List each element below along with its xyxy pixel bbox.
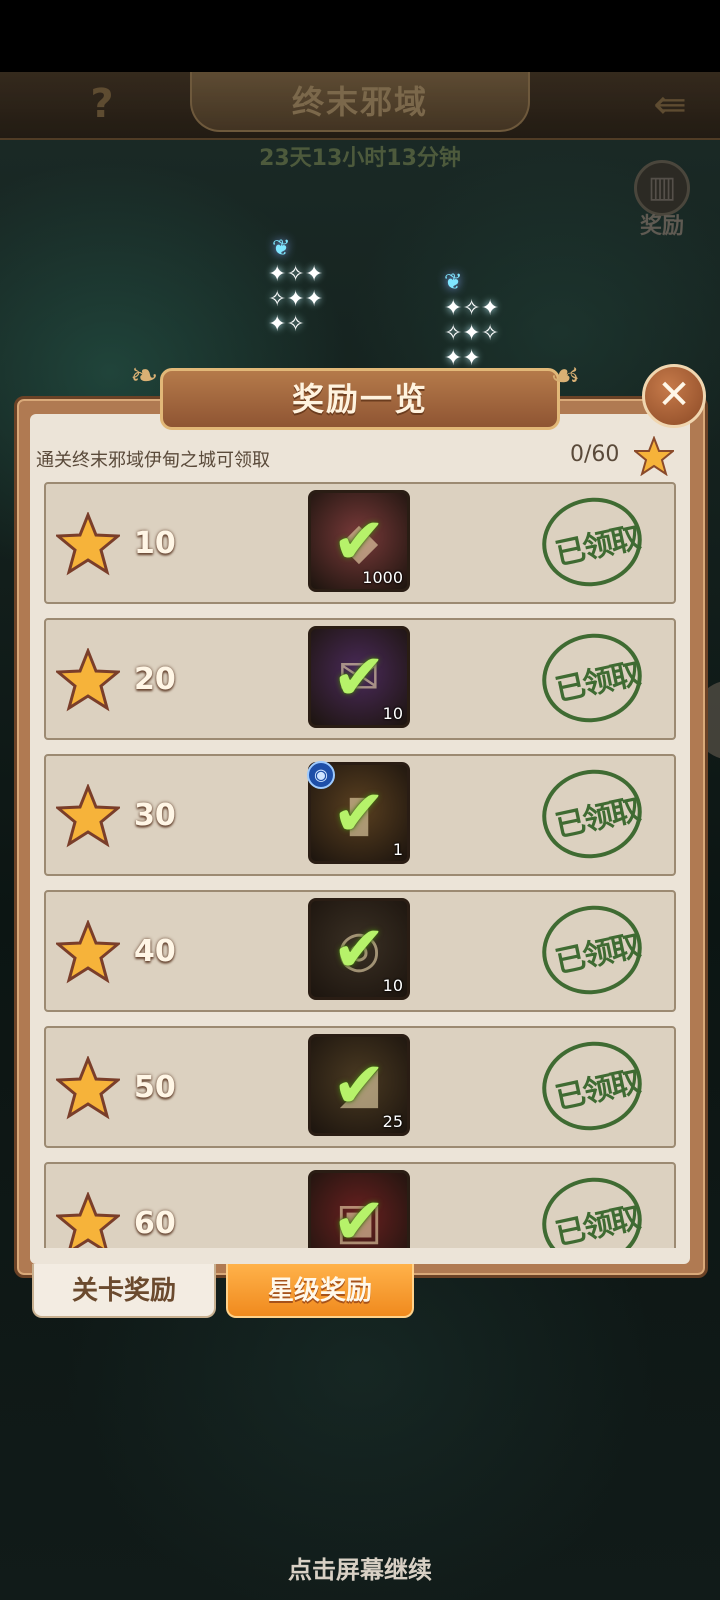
reward-item[interactable]: ◆ ✔ 1000	[308, 490, 410, 592]
butterfly-icon: ❦	[444, 270, 463, 295]
star-requirement: 20	[134, 662, 176, 697]
claimed-stamp: 已领取	[533, 624, 651, 732]
item-quantity: 10	[382, 976, 403, 995]
reward-list[interactable]: 10 ◆ ✔ 1000 已领取 20 ✉ ✔ 10 已领取 30 ▮ ✔ 1 ◉ 已领取 40 ◎ ✔ 10 已领取 50…	[44, 482, 676, 1248]
reward-item[interactable]: ▮ ✔ 1 ◉	[307, 761, 410, 864]
star-progress: 0/60	[570, 442, 620, 467]
claimed-label: 已领取	[552, 792, 642, 845]
claimed-stamp: 已领取	[533, 760, 651, 868]
help-button[interactable]: ?	[80, 80, 124, 128]
panel-title: 奖励一览	[291, 380, 428, 418]
page-title: 终末邪域	[291, 83, 428, 121]
item-quantity: 1000	[362, 568, 403, 587]
countdown-timer: 23天13小时13分钟	[259, 146, 461, 171]
claimed-stamp: 已领取	[533, 896, 651, 1004]
rarity-badge-icon: ◉	[307, 761, 335, 789]
star-icon	[56, 1192, 120, 1248]
claimed-label: 已领取	[552, 1064, 642, 1117]
top-bar: ? 终末邪域 ⇚	[0, 72, 720, 140]
butterfly-icon: ❦	[272, 236, 291, 261]
star-requirement: 40	[134, 934, 176, 969]
star-icon	[56, 512, 120, 576]
star-requirement: 30	[134, 798, 176, 833]
item-quantity: 10	[382, 704, 403, 723]
back-button[interactable]: ⇚	[640, 82, 700, 128]
tap-to-continue[interactable]: 点击屏幕继续	[0, 1550, 720, 1585]
close-button[interactable]: ✕	[642, 364, 706, 428]
reward-item[interactable]: ◎ ✔ 10	[308, 898, 410, 1000]
reward-row: 20 ✉ ✔ 10 已领取	[44, 618, 676, 740]
reward-item[interactable]: ◢ ✔ 25	[308, 1034, 410, 1136]
claimed-stamp: 已领取	[533, 488, 651, 596]
panel-banner: ❧ 奖励一览 ☙	[130, 356, 590, 436]
star-icon	[634, 436, 674, 476]
rewards-button[interactable]: ▥ 奖励	[630, 160, 694, 240]
tab-star-rewards[interactable]: 星级奖励	[226, 1264, 414, 1318]
star-requirement: 10	[134, 526, 176, 561]
checkmark-icon: ✔	[332, 1185, 386, 1248]
star-icon	[56, 784, 120, 848]
reward-item[interactable]: ▣ ✔	[308, 1170, 410, 1248]
ornament-icon: ☙	[550, 356, 581, 396]
reward-row: 10 ◆ ✔ 1000 已领取	[44, 482, 676, 604]
reward-row: 60 ▣ ✔ 已领取	[44, 1162, 676, 1248]
tab-level-rewards[interactable]: 关卡奖励	[32, 1264, 216, 1318]
star-requirement: 60	[134, 1206, 176, 1241]
star-requirement: 50	[134, 1070, 176, 1105]
panel-subtitle: 通关终末邪域伊甸之城可领取	[36, 450, 270, 471]
item-quantity: 1	[392, 840, 403, 859]
status-bar	[0, 0, 720, 72]
item-quantity: 25	[382, 1112, 403, 1131]
claimed-stamp: 已领取	[533, 1032, 651, 1140]
reward-row: 40 ◎ ✔ 10 已领取	[44, 890, 676, 1012]
star-icon	[56, 920, 120, 984]
claimed-label: 已领取	[552, 928, 642, 981]
claimed-stamp: 已领取	[533, 1168, 651, 1248]
claimed-label: 已领取	[552, 656, 642, 709]
star-icon	[56, 1056, 120, 1120]
reward-row: 50 ◢ ✔ 25 已领取	[44, 1026, 676, 1148]
claimed-label: 已领取	[552, 520, 642, 573]
reward-item[interactable]: ✉ ✔ 10	[308, 626, 410, 728]
star-icon	[56, 648, 120, 712]
sparkle-icon: ✦✧✦ ✧✦✦ ✦✧	[268, 262, 324, 337]
claimed-label: 已领取	[552, 1200, 642, 1248]
reward-row: 30 ▮ ✔ 1 ◉ 已领取	[44, 754, 676, 876]
rewards-button-label: 奖励	[639, 214, 684, 239]
